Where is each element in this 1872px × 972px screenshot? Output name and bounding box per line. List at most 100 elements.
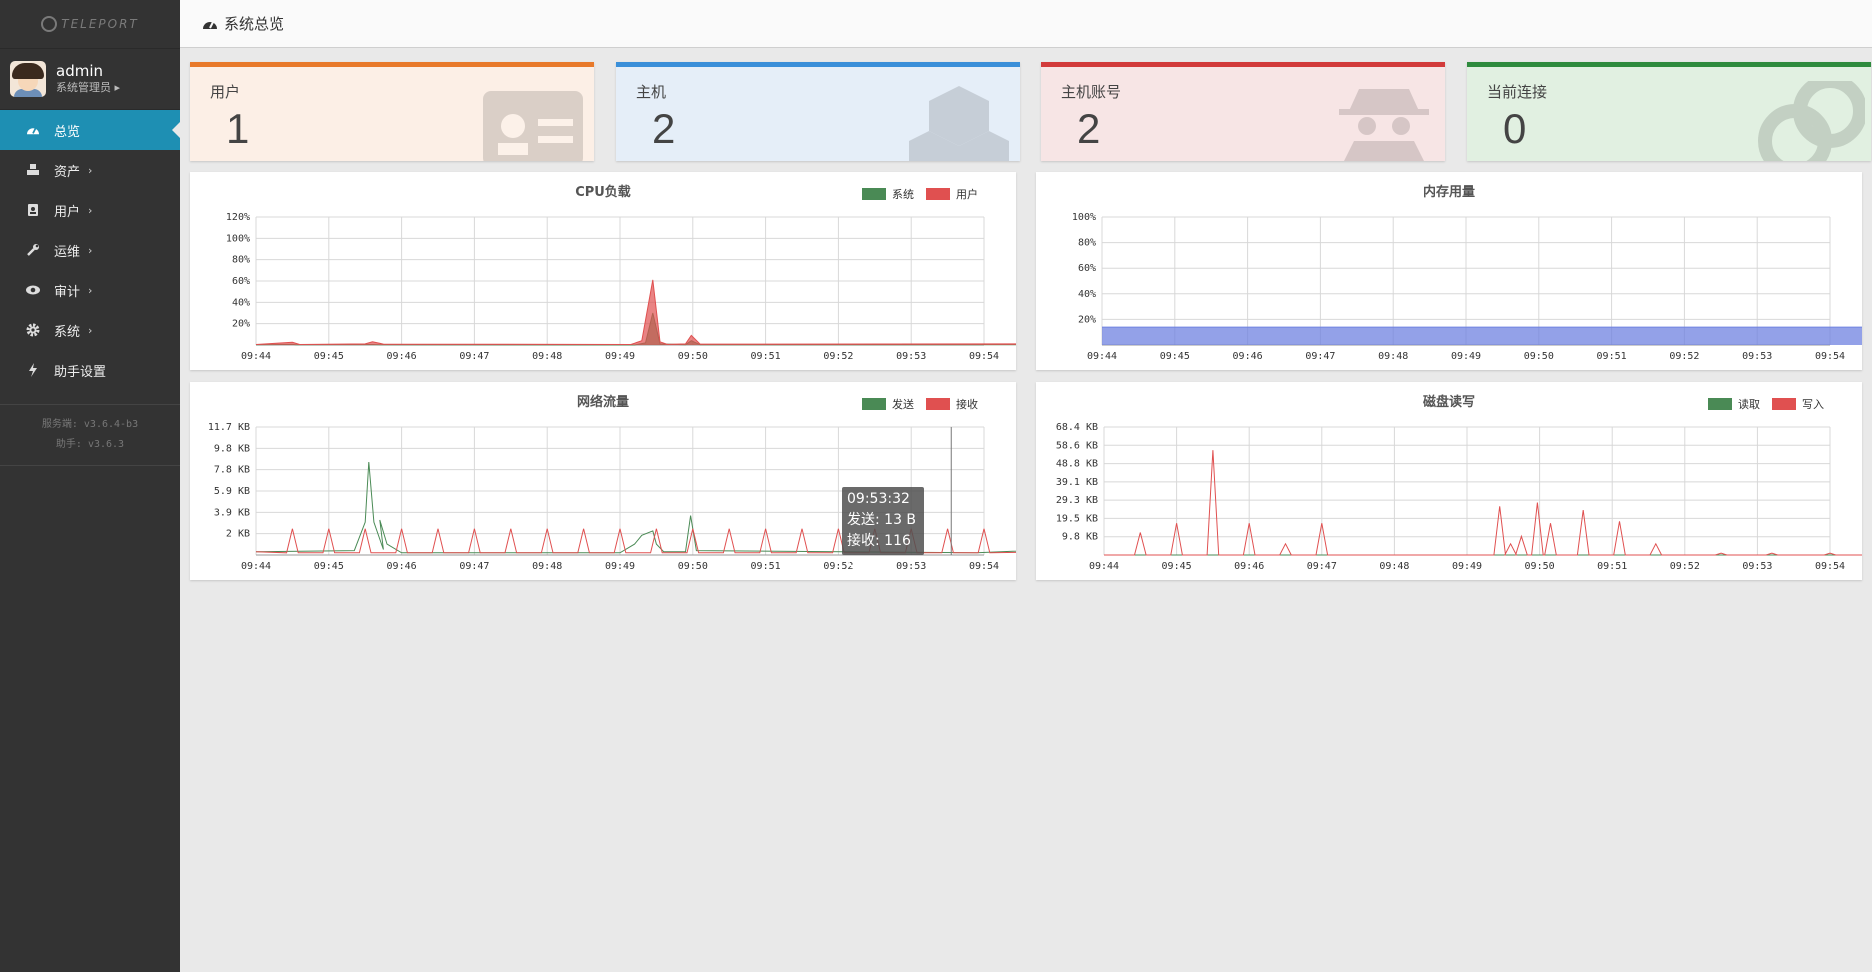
x-tick-label: 09:54 [969, 351, 999, 362]
sidebar-item-5[interactable]: 系统 › [0, 310, 180, 350]
avatar [10, 61, 46, 97]
x-tick-label: 09:44 [1087, 351, 1117, 362]
y-tick-label: 40% [1078, 289, 1096, 300]
tooltip-recv: 接收: 116 B [847, 533, 911, 570]
sidebar-item-2[interactable]: 用户 › [0, 190, 180, 230]
sidebar-item-label: 系统 [54, 324, 81, 340]
sidebar: TELEPORT admin 系统管理员 ▸ 总览 资产 › 用户 › 运维 › 审计 › 系统 ›… [0, 0, 180, 972]
stat-card-0: 用户 1 [190, 62, 594, 161]
user-name: admin [56, 62, 103, 80]
cpu-chart-panel: CPU负载 120% 100% 80% 60% 40% 20% 09:44 09:45 09:46… [190, 172, 1016, 370]
x-tick-label: 09:44 [1089, 561, 1119, 572]
assist-version: 助手: v3.6.3 [55, 439, 125, 450]
sidebar-item-3[interactable]: 运维 › [0, 230, 180, 270]
y-tick-label: 48.8 KB [1056, 459, 1098, 470]
cpu-chart: CPU负载 120% 100% 80% 60% 40% 20% 09:44 09:45 09:46… [226, 184, 1016, 362]
x-tick-label: 09:51 [1597, 561, 1627, 572]
y-tick-label: 39.1 KB [1056, 477, 1098, 488]
user-profile[interactable]: admin 系统管理员 ▸ [0, 49, 180, 110]
stat-card-2: 主机账号 2 [1041, 62, 1445, 161]
x-tick-label: 09:54 [969, 561, 999, 572]
legend-swatch [926, 398, 950, 410]
sidebar-item-label: 用户 [54, 204, 81, 220]
x-tick-label: 09:46 [1234, 561, 1264, 572]
x-tick-label: 09:51 [751, 351, 781, 362]
chevron-right-icon: › [88, 323, 93, 337]
series-line [255, 279, 1016, 346]
chart-tooltip: 09:53:32 发送: 13 B 接收: 116 B [842, 487, 924, 570]
y-tick-label: 80% [232, 255, 250, 266]
stat-label: 主机 [636, 83, 667, 101]
y-tick-label: 60% [232, 276, 250, 287]
chart-title: 内存用量 [1423, 184, 1475, 200]
legend-swatch [1772, 398, 1796, 410]
memory-chart: 内存用量 100% 80% 60% 40% 20% 09:44 09:45 09:46 09:47… [1072, 184, 1862, 362]
x-tick-label: 09:49 [605, 561, 635, 572]
x-tick-label: 09:45 [1160, 351, 1190, 362]
sidebar-item-label: 审计 [54, 284, 81, 300]
y-tick-label: 40% [232, 297, 250, 308]
x-tick-label: 09:50 [678, 561, 708, 572]
sidebar-item-0[interactable]: 总览 [0, 110, 180, 150]
dashboard-icon [26, 123, 40, 137]
y-tick-label: 2 KB [226, 529, 250, 540]
x-tick-label: 09:50 [678, 351, 708, 362]
eye-icon [26, 283, 40, 297]
sidebar-item-1[interactable]: 资产 › [0, 150, 180, 190]
legend-label: 写入 [1802, 398, 1824, 411]
x-tick-label: 09:44 [241, 561, 271, 572]
link-icon [1755, 74, 1867, 161]
legend-swatch [862, 188, 886, 200]
wrench-icon [26, 243, 40, 257]
legend-swatch [1708, 398, 1732, 410]
x-tick-label: 09:46 [1233, 351, 1263, 362]
x-tick-label: 09:54 [1815, 351, 1845, 362]
y-tick-label: 29.3 KB [1056, 495, 1098, 506]
stat-card-3: 当前连接 0 [1467, 62, 1871, 161]
series-line [1104, 450, 1862, 556]
y-tick-label: 120% [226, 212, 250, 223]
sidebar-item-4[interactable]: 审计 › [0, 270, 180, 310]
series-area [256, 279, 1016, 345]
sidebar-item-label: 运维 [54, 244, 81, 260]
y-tick-label: 7.8 KB [214, 465, 250, 476]
legend-swatch [862, 398, 886, 410]
y-tick-label: 68.4 KB [1056, 422, 1098, 433]
x-tick-label: 09:47 [1305, 351, 1335, 362]
x-tick-label: 09:47 [459, 561, 489, 572]
dashboard-icon [203, 21, 217, 29]
x-tick-label: 09:51 [1597, 351, 1627, 362]
x-tick-label: 09:47 [459, 351, 489, 362]
y-tick-label: 3.9 KB [214, 507, 250, 518]
cubes-icon [904, 81, 1014, 161]
legend-label: 系统 [892, 188, 914, 201]
y-tick-label: 5.9 KB [214, 486, 250, 497]
chart-title: CPU负载 [575, 184, 631, 200]
x-tick-label: 09:45 [1162, 561, 1192, 572]
stat-label: 用户 [210, 83, 241, 101]
stat-label: 当前连接 [1487, 83, 1548, 101]
x-tick-label: 09:50 [1524, 351, 1554, 362]
chevron-right-icon: › [88, 243, 93, 257]
memory-chart-panel: 内存用量 100% 80% 60% 40% 20% 09:44 09:45 09:46 09:47… [1036, 172, 1862, 370]
page-header: 系统总览 [180, 0, 1872, 48]
logo: TELEPORT [0, 0, 180, 49]
x-tick-label: 09:47 [1307, 561, 1337, 572]
chevron-right-icon: › [88, 283, 93, 297]
x-tick-label: 09:49 [605, 351, 635, 362]
x-tick-label: 09:51 [751, 561, 781, 572]
x-tick-label: 09:53 [1742, 351, 1772, 362]
stat-value: 2 [652, 105, 676, 152]
y-tick-label: 80% [1078, 238, 1096, 249]
legend-label: 读取 [1738, 397, 1760, 411]
user-role[interactable]: 系统管理员 ▸ [56, 80, 120, 96]
y-tick-label: 20% [232, 319, 250, 330]
x-tick-label: 09:48 [532, 561, 562, 572]
sidebar-item-label: 总览 [54, 124, 81, 140]
series-area [1102, 327, 1862, 345]
sidebar-item-label: 助手设置 [54, 364, 107, 380]
logo-icon [41, 16, 58, 32]
y-tick-label: 100% [1072, 212, 1096, 223]
sidebar-item-6[interactable]: 助手设置 [0, 350, 180, 390]
page-title: 系统总览 [224, 15, 285, 33]
